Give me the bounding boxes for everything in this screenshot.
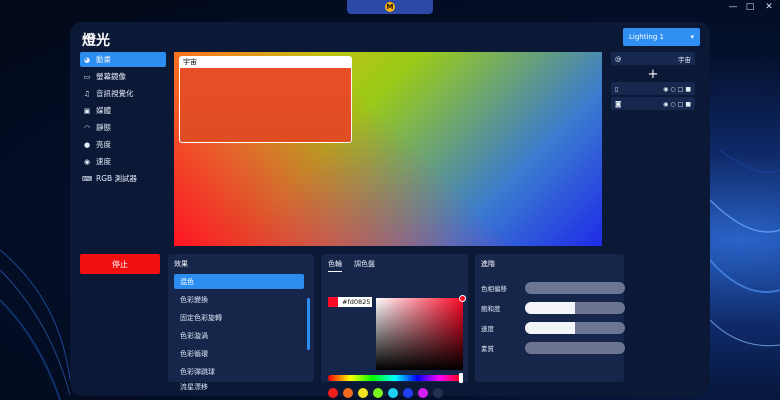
preset-swatch[interactable]: [328, 388, 338, 398]
effect-item[interactable]: 色彩變換: [174, 292, 304, 307]
sidebar-item-label: RGB 測試器: [96, 174, 138, 183]
monitor-icon: ▭: [83, 72, 91, 81]
preset-swatch[interactable]: [433, 388, 443, 398]
lighting-profile-dropdown[interactable]: Lighting 1 ▾: [623, 28, 700, 46]
bulb-icon: ●: [83, 140, 91, 149]
sidebar-nav: ◕ 動畫 ▭ 螢幕鏡像 ♫ 音訊視覺化 ▣ 媒體 ◠ 靜態 ● 亮度 ◉ 速度 …: [80, 52, 166, 188]
hue-slider[interactable]: [328, 373, 463, 383]
current-color-swatch: [328, 297, 338, 307]
effects-panel: 效果 混色 色彩變換 固定色彩旋轉 色彩漩渦 色彩循環 色彩彈跳球 流星漂移: [168, 254, 314, 390]
device-m-icon: ◙: [615, 99, 622, 108]
tab-color-wheel[interactable]: 色輪: [328, 259, 342, 272]
sidebar-item-animation[interactable]: ◕ 動畫: [80, 52, 166, 67]
effect-item[interactable]: 流星漂移: [174, 382, 304, 390]
hue-knob[interactable]: [459, 373, 463, 383]
circle-icon[interactable]: ○: [670, 86, 675, 93]
effect-item[interactable]: 混色: [174, 274, 304, 289]
minimize-button[interactable]: —: [726, 2, 740, 12]
sidebar-item-audio-visualizer[interactable]: ♫ 音訊視覺化: [80, 86, 166, 101]
advanced-header: 進階: [481, 260, 495, 268]
sidebar-item-label: 動畫: [96, 55, 111, 64]
slider-quality: 素質: [481, 341, 625, 354]
preset-swatch[interactable]: [343, 388, 353, 398]
add-layer-button[interactable]: +: [611, 67, 695, 82]
effect-item[interactable]: 色彩漩渦: [174, 328, 304, 343]
color-presets: [328, 388, 443, 398]
effects-scrollbar[interactable]: [307, 298, 310, 350]
page-title: 燈光: [82, 33, 110, 49]
quality-slider[interactable]: [525, 341, 625, 354]
sidebar-item-label: 速度: [96, 157, 111, 166]
sidebar-item-speed[interactable]: ◉ 速度: [80, 154, 166, 169]
color-picker-panel: 色輪 調色盤 #fd0825: [321, 254, 468, 398]
preset-swatch[interactable]: [418, 388, 428, 398]
sidebar-item-media[interactable]: ▣ 媒體: [80, 103, 166, 118]
hue-shift-slider[interactable]: [525, 281, 625, 294]
advanced-panel: 進階 色相偏移 飽和度 速度 素質: [475, 254, 625, 382]
lighting-zone[interactable]: 宇宙: [179, 56, 352, 143]
layers-panel: @ 宇宙 + ▯ ◉ ○ □ ■ ◙ ◉ ○ □ ■: [611, 52, 695, 112]
sidebar-item-screen-mirror[interactable]: ▭ 螢幕鏡像: [80, 69, 166, 84]
title-bar-pill: M: [347, 0, 433, 14]
effect-item[interactable]: 固定色彩旋轉: [174, 310, 304, 325]
gauge-icon: ◉: [83, 157, 91, 166]
saturation-value-picker[interactable]: [376, 295, 466, 370]
sv-knob[interactable]: [459, 295, 466, 302]
maximize-button[interactable]: □: [743, 2, 757, 12]
preset-swatch[interactable]: [373, 388, 383, 398]
square-filled-icon[interactable]: ■: [685, 101, 691, 108]
zone-label: 宇宙: [180, 57, 351, 68]
slider-label: 飽和度: [481, 304, 501, 313]
sidebar-item-static[interactable]: ◠ 靜態: [80, 120, 166, 135]
chevron-down-icon: ▾: [690, 33, 694, 41]
sidebar-item-label: 靜態: [96, 123, 111, 132]
slider-label: 色相偏移: [481, 284, 507, 293]
lighting-preview-canvas[interactable]: 宇宙: [174, 52, 602, 246]
sidebar-item-label: 亮度: [96, 140, 111, 149]
effect-item[interactable]: 色彩循環: [174, 346, 304, 361]
saturation-slider[interactable]: [525, 301, 625, 314]
speed-slider[interactable]: [525, 321, 625, 334]
effects-header: 效果: [174, 260, 188, 268]
tower-icon: ▯: [615, 84, 619, 93]
effect-item[interactable]: 色彩彈跳球: [174, 364, 304, 379]
close-button[interactable]: ✕: [762, 2, 776, 12]
app-logo-icon: M: [385, 2, 395, 12]
device-row[interactable]: ▯ ◉ ○ □ ■: [611, 82, 695, 95]
sidebar-item-label: 螢幕鏡像: [96, 72, 126, 81]
sidebar-item-label: 媒體: [96, 106, 111, 115]
slider-speed: 速度: [481, 321, 625, 334]
slider-hue-shift: 色相偏移: [481, 281, 625, 294]
layer-label: 宇宙: [678, 55, 691, 64]
spiral-icon: @: [615, 54, 622, 63]
eye-icon[interactable]: ◉: [663, 101, 668, 108]
slider-label: 素質: [481, 344, 494, 353]
sidebar-item-brightness[interactable]: ● 亮度: [80, 137, 166, 152]
rainbow-icon: ◠: [83, 123, 91, 132]
slider-label: 速度: [481, 324, 494, 333]
tab-palette[interactable]: 調色盤: [354, 259, 375, 272]
square-filled-icon[interactable]: ■: [685, 86, 691, 93]
hex-input[interactable]: #fd0825: [338, 297, 372, 307]
main-window: 燈光 Lighting 1 ▾ ◕ 動畫 ▭ 螢幕鏡像 ♫ 音訊視覺化 ▣ 媒體…: [70, 22, 710, 398]
keyboard-icon: ⌨: [81, 174, 93, 183]
square-outline-icon[interactable]: □: [678, 101, 684, 108]
layer-item[interactable]: @ 宇宙: [611, 52, 695, 65]
media-icon: ▣: [83, 106, 91, 115]
square-outline-icon[interactable]: □: [678, 86, 684, 93]
sidebar-item-rgb-tester[interactable]: ⌨ RGB 測試器: [80, 171, 166, 186]
dropdown-value: Lighting 1: [629, 33, 664, 41]
preset-swatch[interactable]: [358, 388, 368, 398]
preset-swatch[interactable]: [403, 388, 413, 398]
sidebar-item-label: 音訊視覺化: [96, 89, 134, 98]
stop-button[interactable]: 停止: [80, 254, 160, 274]
palette-icon: ◕: [83, 55, 91, 64]
music-note-icon: ♫: [83, 89, 91, 98]
eye-icon[interactable]: ◉: [663, 86, 668, 93]
slider-saturation: 飽和度: [481, 301, 625, 314]
preset-swatch[interactable]: [388, 388, 398, 398]
circle-icon[interactable]: ○: [670, 101, 675, 108]
device-row[interactable]: ◙ ◉ ○ □ ■: [611, 97, 695, 110]
